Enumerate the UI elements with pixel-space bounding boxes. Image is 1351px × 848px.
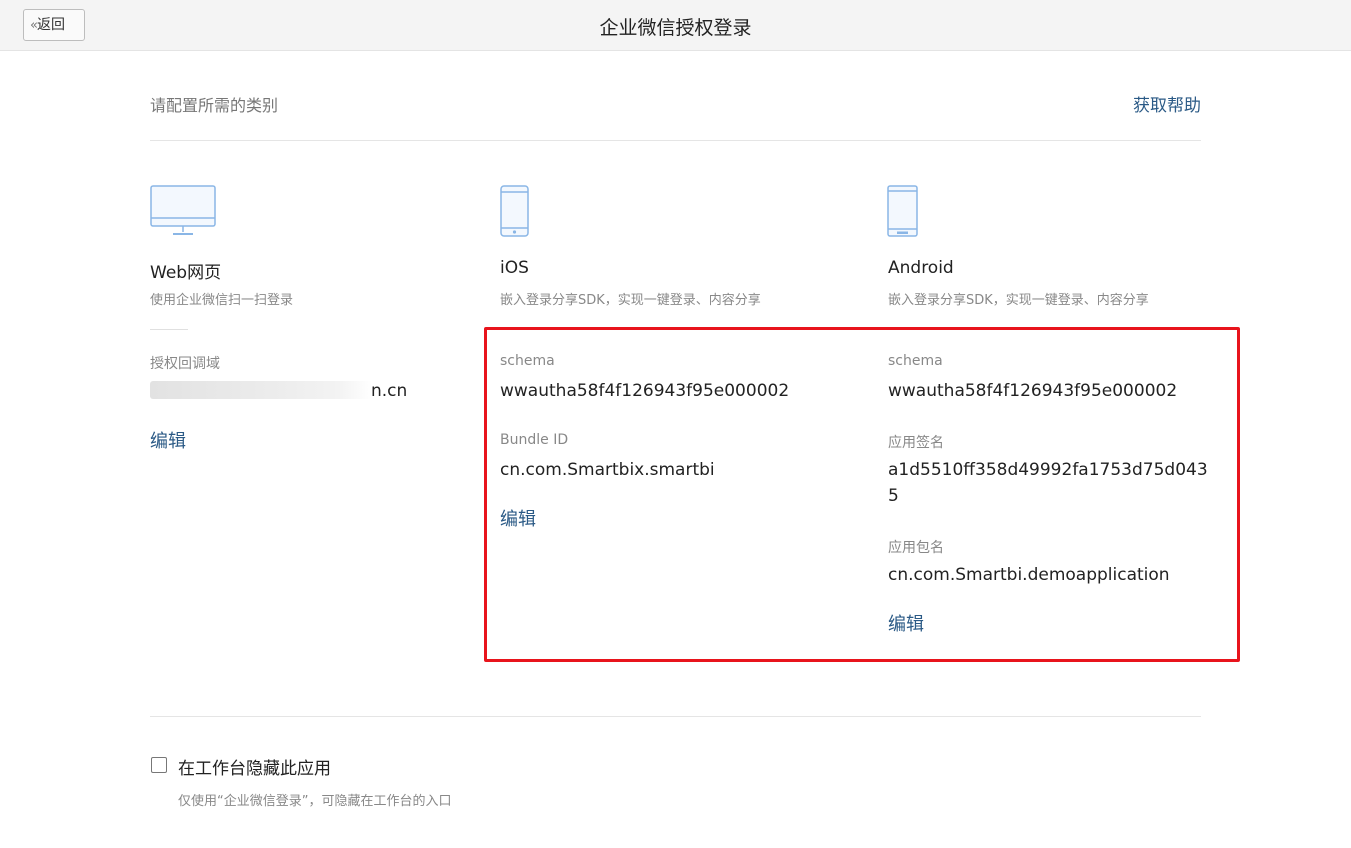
android-edit-link[interactable]: 编辑 <box>888 610 924 636</box>
page-title: 企业微信授权登录 <box>599 17 752 39</box>
android-phone-icon <box>887 185 918 237</box>
ios-schema-value: wwautha58f4f126943f95e000002 <box>500 381 790 401</box>
monitor-icon <box>150 185 216 235</box>
android-schema-value: wwautha58f4f126943f95e000002 <box>888 381 1178 401</box>
redacted-domain-blur <box>150 381 372 399</box>
android-schema-label: schema <box>888 353 943 369</box>
ios-platform-desc: 嵌入登录分享SDK，实现一键登录、内容分享 <box>500 293 761 308</box>
android-package-label: 应用包名 <box>888 540 944 556</box>
top-bar: «返回 企业微信授权登录 <box>0 0 1351 51</box>
callback-domain-value: n.cn <box>371 381 408 401</box>
hide-in-workbench-checkbox[interactable] <box>151 757 167 773</box>
ios-bundle-id-label: Bundle ID <box>500 432 569 448</box>
android-signature-value-line2: 5 <box>888 486 899 506</box>
android-platform-desc: 嵌入登录分享SDK，实现一键登录、内容分享 <box>888 293 1149 308</box>
hide-in-workbench-hint: 仅使用“企业微信登录”，可隐藏在工作台的入口 <box>178 794 452 809</box>
android-package-value: cn.com.Smartbi.demoapplication <box>888 565 1170 585</box>
get-help-link[interactable]: 获取帮助 <box>1133 91 1201 116</box>
config-subtitle: 请配置所需的类别 <box>150 96 279 115</box>
divider <box>150 329 188 330</box>
divider <box>150 140 1201 141</box>
divider <box>150 716 1201 717</box>
web-platform-desc: 使用企业微信扫一扫登录 <box>150 293 294 308</box>
android-signature-label: 应用签名 <box>888 435 944 451</box>
web-platform-name: Web网页 <box>150 263 222 283</box>
callback-domain-label: 授权回调域 <box>150 356 220 372</box>
ios-bundle-id-value: cn.com.Smartbix.smartbi <box>500 460 715 480</box>
ios-schema-label: schema <box>500 353 555 369</box>
hide-in-workbench-label[interactable]: 在工作台隐藏此应用 <box>178 754 331 779</box>
android-platform-name: Android <box>888 258 954 278</box>
web-edit-link[interactable]: 编辑 <box>150 427 186 453</box>
iphone-icon <box>500 185 529 237</box>
ios-platform-name: iOS <box>500 258 529 278</box>
android-signature-value-line1: a1d5510ff358d49992fa1753d75d043 <box>888 460 1208 480</box>
ios-edit-link[interactable]: 编辑 <box>500 505 536 531</box>
